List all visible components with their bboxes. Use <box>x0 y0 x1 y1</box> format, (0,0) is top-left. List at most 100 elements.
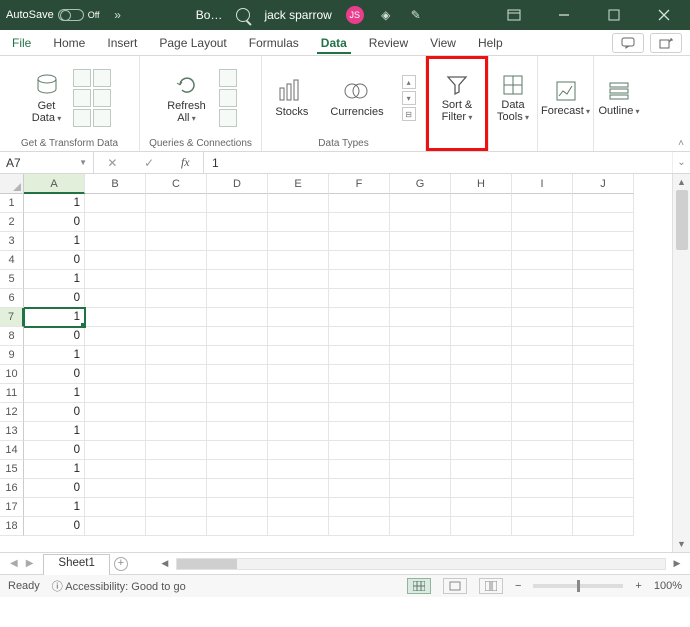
cell-G1[interactable] <box>390 194 451 213</box>
outline-button[interactable]: Outline <box>594 77 643 119</box>
cell-A13[interactable]: 1 <box>24 422 85 441</box>
cell-C8[interactable] <box>146 327 207 346</box>
properties-button[interactable] <box>219 89 237 107</box>
cell-J14[interactable] <box>573 441 634 460</box>
cell-G18[interactable] <box>390 517 451 536</box>
cell-I9[interactable] <box>512 346 573 365</box>
cell-A18[interactable]: 0 <box>24 517 85 536</box>
cell-B8[interactable] <box>85 327 146 346</box>
cell-J15[interactable] <box>573 460 634 479</box>
cell-G17[interactable] <box>390 498 451 517</box>
cell-D3[interactable] <box>207 232 268 251</box>
column-header-H[interactable]: H <box>451 174 512 194</box>
cell-B15[interactable] <box>85 460 146 479</box>
row-header-14[interactable]: 14 <box>0 441 24 460</box>
cell-I5[interactable] <box>512 270 573 289</box>
name-box[interactable]: A7 ▼ <box>0 152 94 173</box>
tab-insert[interactable]: Insert <box>103 32 141 54</box>
cell-A6[interactable]: 0 <box>24 289 85 308</box>
row-header-8[interactable]: 8 <box>0 327 24 346</box>
cell-B17[interactable] <box>85 498 146 517</box>
cell-J5[interactable] <box>573 270 634 289</box>
column-header-F[interactable]: F <box>329 174 390 194</box>
cell-C17[interactable] <box>146 498 207 517</box>
scroll-down-icon[interactable]: ▼ <box>673 536 690 552</box>
data-types-down-icon[interactable]: ▾ <box>402 91 416 105</box>
cell-J13[interactable] <box>573 422 634 441</box>
collapse-ribbon-icon[interactable]: ˄ <box>678 138 684 149</box>
hscroll-left-icon[interactable]: ◀ <box>158 558 172 569</box>
normal-view-button[interactable] <box>407 578 431 594</box>
cell-A16[interactable]: 0 <box>24 479 85 498</box>
cell-G15[interactable] <box>390 460 451 479</box>
hscroll-right-icon[interactable]: ▶ <box>670 558 684 569</box>
cell-E12[interactable] <box>268 403 329 422</box>
cell-H18[interactable] <box>451 517 512 536</box>
cell-B3[interactable] <box>85 232 146 251</box>
cell-D11[interactable] <box>207 384 268 403</box>
cell-J16[interactable] <box>573 479 634 498</box>
cell-J12[interactable] <box>573 403 634 422</box>
cell-E5[interactable] <box>268 270 329 289</box>
cell-E18[interactable] <box>268 517 329 536</box>
cell-I7[interactable] <box>512 308 573 327</box>
cell-G11[interactable] <box>390 384 451 403</box>
select-all-corner[interactable] <box>0 174 24 194</box>
cell-F10[interactable] <box>329 365 390 384</box>
cell-J4[interactable] <box>573 251 634 270</box>
cell-I6[interactable] <box>512 289 573 308</box>
from-web-button[interactable] <box>93 69 111 87</box>
cell-E14[interactable] <box>268 441 329 460</box>
cell-G14[interactable] <box>390 441 451 460</box>
cell-H16[interactable] <box>451 479 512 498</box>
from-table-button[interactable] <box>73 89 91 107</box>
cell-I11[interactable] <box>512 384 573 403</box>
cell-D15[interactable] <box>207 460 268 479</box>
cell-I16[interactable] <box>512 479 573 498</box>
cell-G2[interactable] <box>390 213 451 232</box>
cell-D2[interactable] <box>207 213 268 232</box>
data-types-more-icon[interactable]: ⊟ <box>402 107 416 121</box>
vertical-scrollbar[interactable]: ▲ ▼ <box>672 174 690 552</box>
cell-H10[interactable] <box>451 365 512 384</box>
row-header-1[interactable]: 1 <box>0 194 24 213</box>
refresh-all-button[interactable]: Refresh All <box>163 70 210 126</box>
get-data-button[interactable]: Get Data <box>28 70 66 126</box>
cell-B14[interactable] <box>85 441 146 460</box>
cell-C14[interactable] <box>146 441 207 460</box>
cell-E8[interactable] <box>268 327 329 346</box>
cell-B16[interactable] <box>85 479 146 498</box>
sheet-nav-prev-icon[interactable]: ◀ <box>10 558 18 569</box>
cell-C1[interactable] <box>146 194 207 213</box>
row-header-16[interactable]: 16 <box>0 479 24 498</box>
column-header-G[interactable]: G <box>390 174 451 194</box>
row-header-15[interactable]: 15 <box>0 460 24 479</box>
cell-J8[interactable] <box>573 327 634 346</box>
cell-C15[interactable] <box>146 460 207 479</box>
forecast-button[interactable]: Forecast <box>537 77 594 119</box>
cell-A17[interactable]: 1 <box>24 498 85 517</box>
column-header-A[interactable]: A <box>24 174 85 194</box>
cell-E7[interactable] <box>268 308 329 327</box>
cell-D16[interactable] <box>207 479 268 498</box>
cell-H11[interactable] <box>451 384 512 403</box>
tab-formulas[interactable]: Formulas <box>245 32 303 54</box>
cell-D4[interactable] <box>207 251 268 270</box>
get-data-extra-button[interactable] <box>93 109 111 127</box>
cell-G12[interactable] <box>390 403 451 422</box>
column-header-D[interactable]: D <box>207 174 268 194</box>
cell-I17[interactable] <box>512 498 573 517</box>
cell-H5[interactable] <box>451 270 512 289</box>
column-header-J[interactable]: J <box>573 174 634 194</box>
cell-F13[interactable] <box>329 422 390 441</box>
cell-A8[interactable]: 0 <box>24 327 85 346</box>
column-header-C[interactable]: C <box>146 174 207 194</box>
cell-A2[interactable]: 0 <box>24 213 85 232</box>
cell-J9[interactable] <box>573 346 634 365</box>
queries-connections-button[interactable] <box>219 69 237 87</box>
vscroll-thumb[interactable] <box>676 190 688 250</box>
cell-E16[interactable] <box>268 479 329 498</box>
cell-G9[interactable] <box>390 346 451 365</box>
from-text-csv-button[interactable] <box>73 69 91 87</box>
recent-sources-button[interactable] <box>93 89 111 107</box>
